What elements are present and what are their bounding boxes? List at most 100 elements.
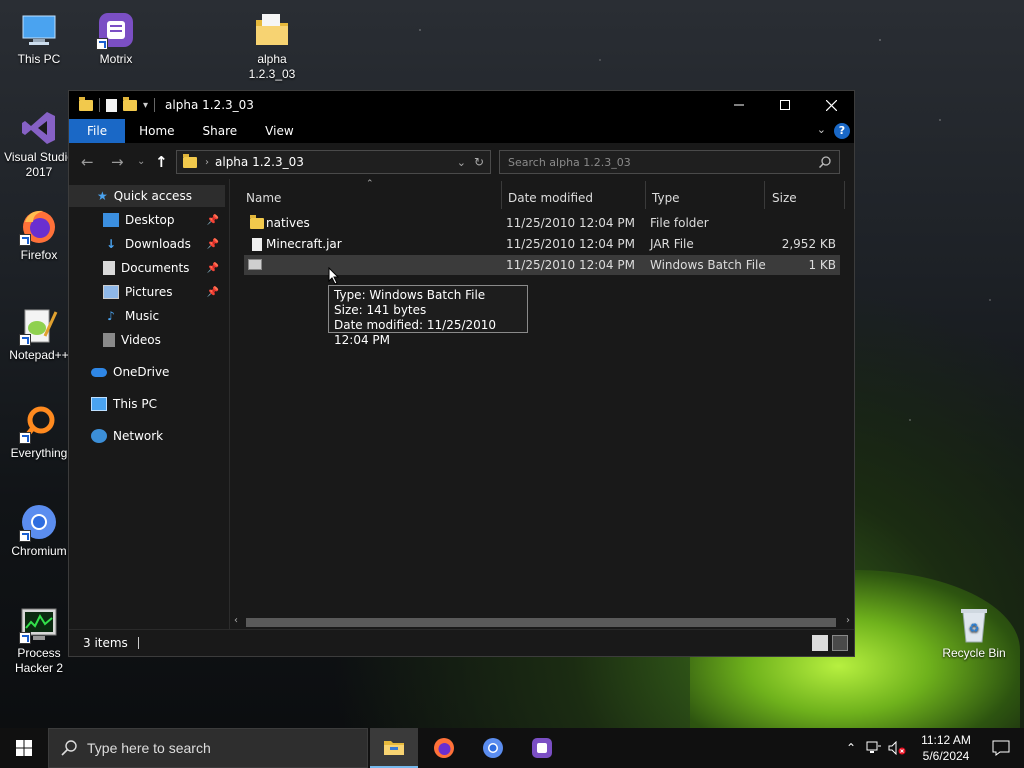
help-icon[interactable]: ?	[834, 123, 850, 139]
recent-locations-chevron-icon[interactable]: ⌄	[137, 156, 145, 167]
system-tray: ⌃ 11:12 AM 5/6/2024	[846, 728, 1024, 768]
scroll-right-icon[interactable]: ›	[846, 615, 850, 626]
firefox-icon	[19, 206, 59, 246]
column-header-type[interactable]: Type	[652, 187, 680, 209]
column-divider[interactable]	[645, 181, 646, 209]
desktop-icon-label: Notepad++	[9, 348, 69, 362]
file-row[interactable]: natives 11/25/2010 12:04 PM File folder	[244, 213, 840, 233]
customize-qat-icon[interactable]: ▾	[143, 100, 148, 111]
nav-item-onedrive[interactable]: OneDrive	[91, 361, 225, 383]
quick-access-toolbar: ▾	[69, 96, 156, 112]
desktop-icon-alpha-folder[interactable]: alpha 1.2.3_03	[236, 10, 308, 82]
column-divider[interactable]	[844, 181, 845, 209]
nav-item-pictures[interactable]: Pictures 📌	[103, 281, 225, 303]
chromium-icon	[19, 502, 59, 542]
pin-icon: 📌	[206, 262, 219, 274]
folder-icon	[79, 96, 93, 111]
address-dropdown-chevron-icon[interactable]: ⌄	[457, 156, 466, 169]
nav-item-label: Music	[125, 309, 160, 323]
scrollbar-thumb[interactable]	[246, 618, 836, 627]
nav-item-this-pc[interactable]: This PC	[91, 393, 225, 415]
file-explorer-icon	[384, 741, 404, 755]
maximize-button[interactable]	[762, 91, 808, 119]
refresh-icon[interactable]: ↻	[474, 155, 484, 169]
explorer-window[interactable]: ▾ alpha 1.2.3_03 File Home Share View ⌄ …	[68, 90, 855, 657]
document-icon	[103, 261, 115, 275]
show-hidden-icons-chevron-icon[interactable]: ⌃	[846, 741, 856, 755]
tab-share[interactable]: Share	[189, 119, 252, 143]
clock[interactable]: 11:12 AM 5/6/2024	[914, 732, 978, 764]
scroll-left-icon[interactable]: ‹	[234, 615, 238, 626]
navigation-pane[interactable]: ★ Quick access Desktop 📌 ↓ Downloads 📌 D…	[69, 179, 230, 630]
nav-item-desktop[interactable]: Desktop 📌	[103, 209, 225, 231]
separator	[99, 98, 100, 112]
column-header-name[interactable]: Name	[246, 187, 281, 209]
horizontal-scrollbar[interactable]: ‹ ›	[230, 614, 854, 630]
taskbar-search-placeholder: Type here to search	[87, 740, 211, 756]
desktop-icon-chromium[interactable]: Chromium	[3, 502, 75, 559]
address-bar[interactable]: › alpha 1.2.3_03 ⌄ ↻	[176, 150, 491, 174]
desktop-icon-firefox[interactable]: Firefox	[3, 206, 75, 263]
tab-home[interactable]: Home	[125, 119, 188, 143]
network-icon[interactable]	[866, 741, 882, 755]
breadcrumb-current[interactable]: alpha 1.2.3_03	[215, 155, 304, 169]
nav-item-network[interactable]: Network	[91, 425, 225, 447]
title-bar[interactable]: ▾ alpha 1.2.3_03	[69, 91, 854, 119]
minimize-button[interactable]	[716, 91, 762, 119]
taskbar-app-file-explorer[interactable]	[370, 728, 418, 768]
firefox-icon	[434, 738, 454, 758]
nav-item-music[interactable]: ♪ Music	[103, 305, 225, 327]
expand-ribbon-chevron-icon[interactable]: ⌄	[817, 123, 826, 136]
close-icon	[825, 99, 837, 111]
volume-muted-icon[interactable]	[888, 741, 906, 755]
back-arrow-icon[interactable]: ←	[81, 153, 94, 171]
cloud-icon	[91, 367, 107, 377]
desktop-icon-everything[interactable]: Everything	[3, 404, 75, 461]
desktop-icon-label: This PC	[17, 52, 61, 66]
taskbar-app-chromium[interactable]	[469, 728, 517, 768]
desktop-icon-label: Everything	[10, 446, 68, 460]
breadcrumb-chevron-icon[interactable]: ›	[205, 157, 209, 168]
close-button[interactable]	[808, 91, 854, 119]
desktop-icon-this-pc[interactable]: This PC	[3, 10, 75, 67]
file-tooltip: Type: Windows Batch File Size: 141 bytes…	[328, 285, 528, 347]
forward-arrow-icon[interactable]: →	[111, 153, 124, 171]
column-divider[interactable]	[764, 181, 765, 209]
tab-view[interactable]: View	[251, 119, 307, 143]
item-count: 3 items	[83, 636, 128, 650]
pin-icon: 📌	[206, 286, 219, 298]
desktop-icon-recycle-bin[interactable]: ♻ Recycle Bin	[938, 604, 1010, 661]
file-list[interactable]: ⌃ Name Date modified Type Size natives 1…	[230, 179, 854, 630]
search-input[interactable]: Search alpha 1.2.3_03	[499, 150, 840, 174]
taskbar-app-motrix[interactable]	[518, 728, 566, 768]
nav-item-videos[interactable]: Videos	[103, 329, 225, 351]
taskbar-app-firefox[interactable]	[420, 728, 468, 768]
nav-item-quick-access[interactable]: ★ Quick access	[69, 185, 225, 207]
file-size: 1 KB	[808, 258, 836, 272]
nav-item-label: Videos	[121, 333, 161, 347]
tooltip-date: Date modified: 11/25/2010 12:04 PM	[334, 318, 497, 347]
desktop-icon-notepadpp[interactable]: Notepad++	[3, 306, 75, 363]
file-row[interactable]: Minecraft.jar 11/25/2010 12:04 PM JAR Fi…	[244, 234, 840, 254]
new-folder-icon[interactable]	[123, 96, 137, 111]
column-divider[interactable]	[501, 181, 502, 209]
up-arrow-icon[interactable]: ↑	[155, 153, 168, 171]
mouse-cursor-icon	[328, 267, 340, 285]
desktop-icon-process-hacker[interactable]: Process Hacker 2	[3, 604, 75, 676]
details-view-icon[interactable]	[812, 635, 828, 651]
ribbon-tabs: File Home Share View ⌄ ?	[69, 119, 854, 143]
properties-icon[interactable]	[106, 98, 117, 112]
nav-item-downloads[interactable]: ↓ Downloads 📌	[103, 233, 225, 255]
desktop-icon-motrix[interactable]: Motrix	[80, 10, 152, 67]
action-center-icon[interactable]	[992, 740, 1010, 756]
desktop-icon-label: Visual Studio 2017	[4, 150, 74, 179]
start-button[interactable]	[0, 728, 48, 768]
large-icons-view-icon[interactable]	[832, 635, 848, 651]
tab-file[interactable]: File	[69, 119, 126, 143]
desktop-icon-visual-studio[interactable]: Visual Studio 2017	[3, 108, 75, 180]
maximize-icon	[780, 100, 790, 110]
column-header-size[interactable]: Size	[772, 187, 797, 209]
column-header-date-modified[interactable]: Date modified	[508, 187, 593, 209]
taskbar-search-box[interactable]: Type here to search	[48, 728, 368, 768]
nav-item-documents[interactable]: Documents 📌	[103, 257, 225, 279]
